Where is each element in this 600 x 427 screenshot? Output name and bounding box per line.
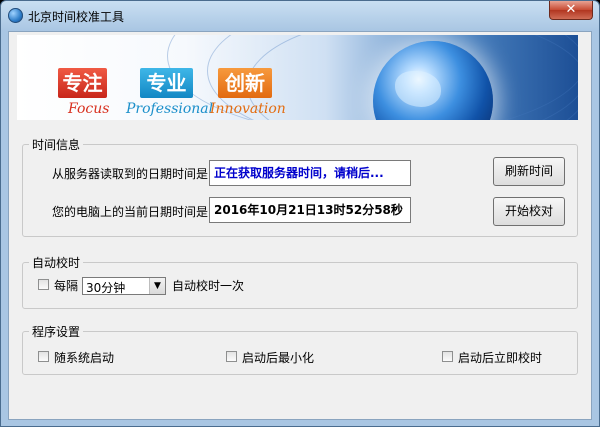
refresh-time-button[interactable]: 刷新时间 [493, 157, 565, 186]
calibrate-suffix-label: 自动校时一次 [172, 279, 245, 293]
startup-checkbox[interactable] [38, 351, 49, 362]
tag-innovation: 创新 [218, 68, 272, 98]
group-title: 自动校时 [29, 254, 84, 271]
start-calibrate-button[interactable]: 开始校对 [493, 197, 565, 226]
local-time-label: 您的电脑上的当前日期时间是: [52, 205, 213, 219]
every-label: 每隔 [54, 279, 79, 293]
minimize-label: 启动后最小化 [242, 351, 315, 365]
globe-app-icon [8, 8, 23, 23]
interval-select[interactable]: 30分钟 ▼ [82, 277, 166, 295]
tagline-innovation: Innovation [210, 101, 286, 117]
group-title: 时间信息 [29, 136, 84, 153]
local-time-field[interactable]: 2016年10月21日13时52分58秒 [209, 197, 411, 223]
startup-label: 随系统启动 [54, 351, 115, 365]
calibrate-on-start-label: 启动后立即校时 [458, 351, 543, 365]
server-time-label: 从服务器读取到的日期时间是: [52, 167, 213, 181]
tag-professional: 专业 [140, 68, 193, 98]
auto-calibrate-checkbox[interactable] [38, 279, 49, 290]
chevron-down-icon[interactable]: ▼ [149, 278, 165, 294]
group-title: 程序设置 [29, 323, 84, 340]
window-title: 北京时间校准工具 [28, 10, 125, 24]
close-button[interactable]: ✕ [549, 1, 593, 20]
server-time-field[interactable]: 正在获取服务器时间，请稍后... [209, 160, 411, 186]
calibrate-on-start-checkbox[interactable] [442, 351, 453, 362]
banner-image: 专注 专业 创新 Focus Professional Innovation [17, 35, 578, 120]
tag-focus: 专注 [58, 68, 107, 98]
title-bar[interactable]: 北京时间校准工具 ✕ [1, 1, 599, 31]
interval-value: 30分钟 [86, 281, 126, 295]
tagline-professional: Professional [126, 101, 214, 117]
minimize-checkbox[interactable] [226, 351, 237, 362]
tagline-focus: Focus [68, 101, 110, 117]
